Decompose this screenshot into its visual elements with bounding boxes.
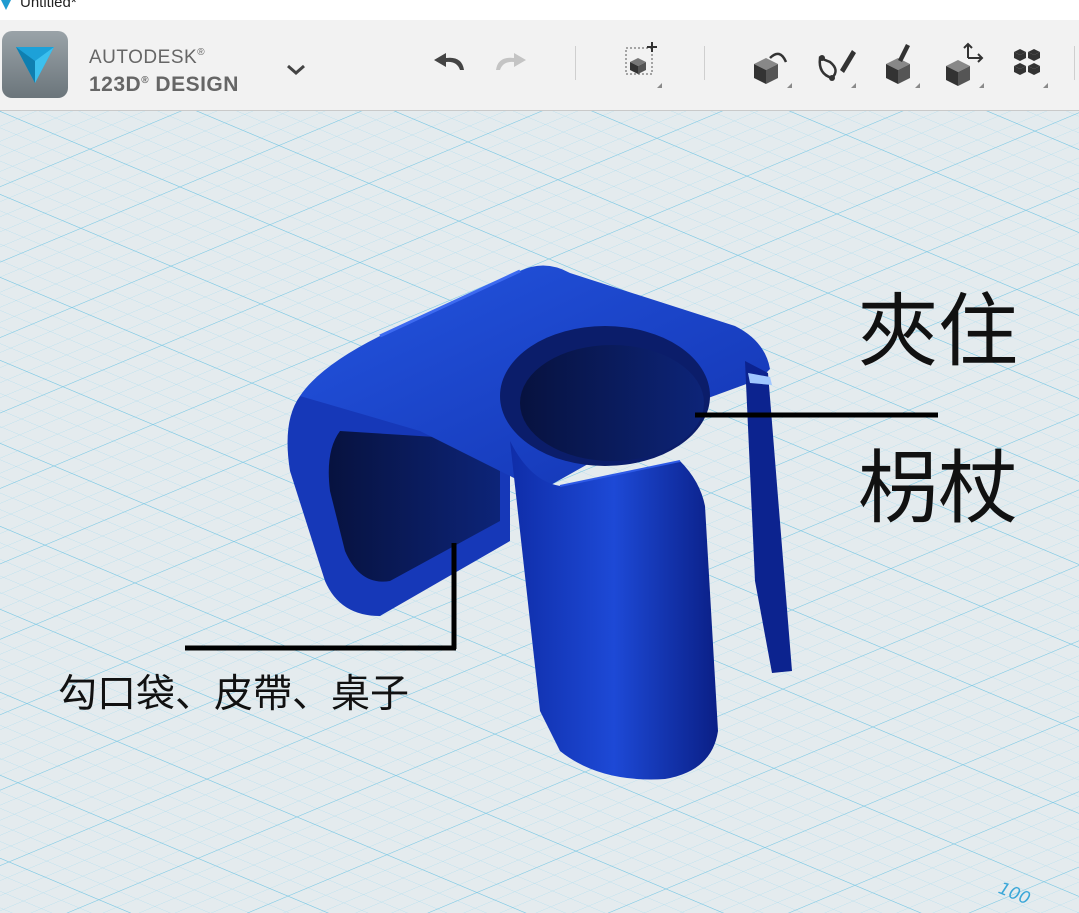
app-logo-icon[interactable] [2,31,68,98]
annotation-clamp: 夾住 [858,285,1018,378]
toolbar-separator [1074,46,1075,80]
brand-123d: 123D [89,73,142,96]
window-title: Untitled* [20,0,77,11]
grouping-button[interactable] [1002,40,1052,90]
dropdown-corner-icon [1043,83,1048,88]
brand-autodesk: AUTODESK [89,47,198,68]
brand-design: DESIGN [155,73,239,96]
app-icon [1,0,11,10]
pattern-button[interactable] [938,40,988,90]
3d-viewport[interactable]: 夾住 枴杖 勾口袋、皮帶、桌子 100 [0,111,1079,913]
annotation-hook-uses: 勾口袋、皮帶、桌子 [58,672,410,717]
sketch-button[interactable] [746,40,796,90]
title-bar: Untitled* [0,0,1079,20]
redo-button[interactable] [486,40,536,90]
dropdown-corner-icon [657,83,662,88]
undo-button[interactable] [424,40,474,90]
dropdown-corner-icon [915,83,920,88]
dropdown-corner-icon [979,83,984,88]
annotation-crutch: 枴杖 [858,442,1018,535]
primitives-button[interactable] [616,40,666,90]
toolbar-separator [575,46,576,80]
toolbar-separator [704,46,705,80]
redo-icon [496,53,526,70]
undo-icon [434,53,464,70]
modify-button[interactable] [874,40,924,90]
main-menu-chevron-down-icon[interactable] [284,58,308,82]
dropdown-corner-icon [787,83,792,88]
brand-wordmark: AUTODESK® 123D® DESIGN [89,47,239,96]
dropdown-corner-icon [851,83,856,88]
main-toolbar: AUTODESK® 123D® DESIGN [0,20,1079,111]
construct-button[interactable] [810,40,860,90]
